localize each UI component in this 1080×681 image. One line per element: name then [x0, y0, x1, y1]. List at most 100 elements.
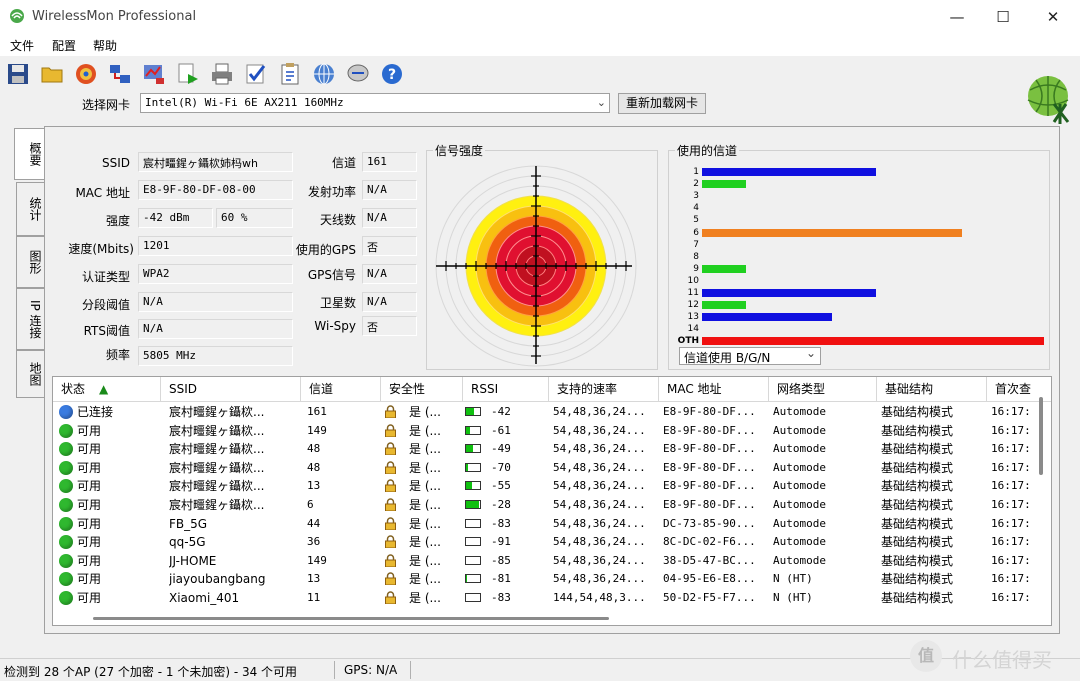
status-divider [410, 661, 411, 679]
table-row[interactable]: 可用 Xiaomi_401 11 是 (... -83 144,54,48,3... 50-… [53, 589, 1043, 608]
cell-channel: 48 [307, 442, 321, 456]
cell-rates: 54,48,36,24... [553, 535, 646, 549]
cell-infrastructure: 基础结构模式 [881, 516, 954, 531]
column-rates[interactable]: 支持的速率 [549, 377, 659, 401]
cell-ssid: 宸村疅鍟ヶ鑷栨... [169, 498, 265, 512]
cell-infrastructure: 基础结构模式 [881, 591, 954, 605]
channels-title: 使用的信道 [675, 142, 740, 159]
column-security[interactable]: 安全性 [381, 377, 463, 401]
cell-security: 是 (... [409, 572, 441, 587]
svg-text:?: ? [388, 67, 396, 83]
rts-value: N/A [138, 319, 293, 339]
column-mac[interactable]: MAC 地址 [659, 377, 769, 401]
menu-help[interactable]: 帮助 [93, 37, 117, 54]
strength-label: 强度 [105, 214, 130, 228]
cell-status: 可用 [77, 479, 102, 494]
channel-row-label: 9 [693, 263, 699, 274]
network-icon[interactable] [108, 62, 132, 86]
print-icon[interactable] [210, 62, 234, 86]
column-channel[interactable]: 信道 [301, 377, 381, 401]
frag-label: 分段阈值 [81, 298, 130, 312]
tab-statistics[interactable]: 统计 [16, 182, 44, 236]
tab-summary[interactable]: 概要 [14, 128, 44, 180]
cell-first-seen: 16:17: [991, 479, 1031, 493]
cell-ssid: FB_5G [169, 516, 208, 531]
column-network-type[interactable]: 网络类型 [769, 377, 877, 401]
cell-security: 是 (... [409, 553, 441, 568]
cell-rates: 54,48,36,24... [553, 479, 646, 493]
table-row[interactable]: 可用 宸村疅鍟ヶ鑷栨... 149 是 (... -61 54,48,36,24... E8… [53, 422, 1043, 441]
target-icon[interactable] [74, 62, 98, 86]
channel-row-label: 6 [693, 227, 699, 238]
cell-network-type: N (HT) [773, 572, 813, 586]
column-ssid[interactable]: SSID [161, 377, 301, 401]
status-divider [334, 661, 335, 679]
minimize-button[interactable]: — [934, 0, 980, 34]
graph-icon[interactable] [142, 62, 166, 86]
cell-mac: E8-9F-80-DF... [663, 442, 756, 456]
table-row[interactable]: 可用 宸村疅鍟ヶ鑷栨... 48 是 (... -49 54,48,36,24... E8-… [53, 440, 1043, 459]
cell-infrastructure: 基础结构模式 [881, 405, 954, 419]
adapter-select[interactable]: Intel(R) Wi-Fi 6E AX211 160MHz ⌄ [140, 93, 610, 113]
save-icon[interactable] [6, 62, 30, 86]
clipboard-icon[interactable] [278, 62, 302, 86]
tab-graph[interactable]: 图形 [16, 236, 44, 288]
channel-row-label: 8 [693, 251, 699, 262]
reload-adapter-button[interactable]: 重新加载网卡 [618, 93, 706, 114]
help-icon[interactable]: ? [380, 62, 404, 86]
column-status[interactable]: 状态 ▲ [53, 377, 161, 401]
signal-strength-title: 信号强度 [433, 142, 486, 159]
channel-row-label: 12 [687, 300, 699, 311]
cell-rates: 54,48,36,24... [553, 423, 646, 437]
cell-rates: 54,48,36,24... [553, 572, 646, 586]
cell-rssi: -42 [491, 405, 511, 418]
watermark-text: 什么值得买 [952, 648, 1052, 672]
column-rssi[interactable]: RSSI [463, 377, 549, 401]
rssi-bar-icon [465, 462, 481, 472]
cell-first-seen: 16:17: [991, 423, 1031, 437]
table-row[interactable]: 已连接 宸村疅鍟ヶ鑷栨... 161 是 (... -42 54,48,36,24... E… [53, 403, 1043, 422]
menu-config[interactable]: 配置 [52, 37, 76, 54]
table-row[interactable]: 可用 jiayoubangbang 13 是 (... -81 54,48,36,24..… [53, 570, 1043, 589]
close-button[interactable]: ✕ [1030, 0, 1076, 34]
cell-rssi: -61 [491, 423, 511, 437]
mac-value: E8-9F-80-DF-08-00 [138, 180, 293, 200]
vertical-scrollbar-thumb[interactable] [1039, 397, 1043, 475]
cell-first-seen: 16:17: [991, 591, 1031, 604]
antenna-value: N/A [362, 208, 417, 228]
table-row[interactable]: 可用 宸村疅鍟ヶ鑷栨... 48 是 (... -70 54,48,36,24... E8-… [53, 459, 1043, 478]
cell-status: 可用 [77, 591, 102, 605]
cell-security: 是 (... [409, 460, 441, 475]
cell-rates: 54,48,36,24... [553, 405, 646, 418]
run-icon[interactable] [176, 62, 200, 86]
check-icon[interactable] [244, 62, 268, 86]
table-row[interactable]: 可用 FB_5G 44 是 (... -83 54,48,36,24... DC-73-85… [53, 515, 1043, 534]
satellites-label: 卫星数 [319, 296, 356, 310]
channel-usage-bar [702, 168, 876, 176]
chat-icon[interactable] [346, 62, 370, 86]
cell-mac: E8-9F-80-DF... [663, 498, 756, 511]
cell-rssi: -81 [491, 572, 511, 586]
table-row[interactable]: 可用 宸村疅鍟ヶ鑷栨... 13 是 (... -55 54,48,36,24... E8-… [53, 477, 1043, 496]
cell-channel: 13 [307, 479, 321, 493]
channel-filter-select[interactable]: 信道使用 B/G/N ⌄ [679, 346, 821, 365]
maximize-button[interactable]: ☐ [980, 0, 1026, 34]
rssi-bar-icon [465, 500, 481, 509]
auth-value: WPA2 [138, 264, 293, 284]
channel-row-label: 11 [687, 288, 699, 298]
globe-icon[interactable] [312, 62, 336, 86]
tab-ip-connection[interactable]: IP 连接 [16, 288, 44, 350]
column-infrastructure[interactable]: 基础结构 [877, 377, 987, 401]
channel-row-label: 4 [693, 203, 699, 214]
cell-channel: 149 [307, 553, 327, 567]
table-row[interactable]: 可用 宸村疅鍟ヶ鑷栨... 6 是 (... -28 54,48,36,24... E8-9… [53, 496, 1043, 515]
lock-icon [385, 554, 396, 567]
table-row[interactable]: 可用 qq-5G 36 是 (... -91 54,48,36,24... 8C-DC-02… [53, 533, 1043, 552]
horizontal-scrollbar-thumb[interactable] [93, 617, 609, 620]
cell-infrastructure: 基础结构模式 [881, 553, 954, 568]
table-row[interactable]: 可用 JJ-HOME 149 是 (... -85 54,48,36,24... 38-D5… [53, 552, 1043, 571]
tab-map[interactable]: 地图 [16, 350, 44, 398]
window-title: WirelessMon Professional [32, 9, 197, 24]
open-folder-icon[interactable] [40, 62, 64, 86]
menu-file[interactable]: 文件 [10, 37, 34, 54]
